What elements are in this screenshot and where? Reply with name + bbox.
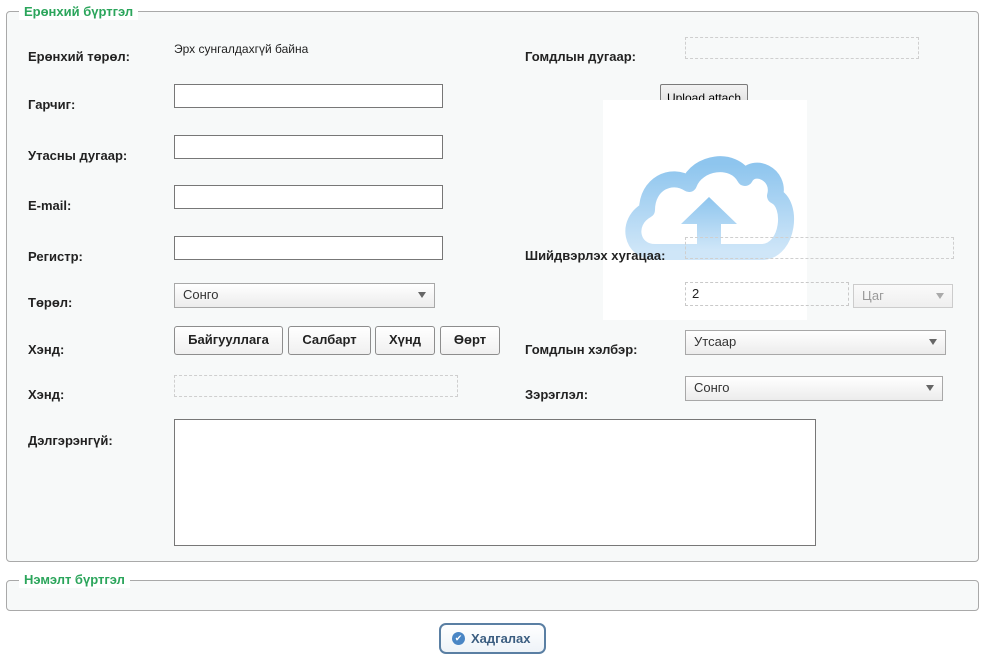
additional-section: [6, 580, 979, 611]
title-label: Гарчиг:: [28, 97, 76, 112]
recipient-detail-field[interactable]: [174, 375, 458, 397]
complaint-number-label: Гомдлын дугаар:: [525, 49, 636, 64]
email-input[interactable]: [174, 185, 443, 209]
type-select[interactable]: Сонго: [174, 283, 435, 308]
chevron-down-icon: [418, 292, 426, 298]
resolution-time-field: [685, 237, 954, 259]
chevron-down-icon: [926, 385, 934, 391]
phone-label: Утасны дугаар:: [28, 148, 128, 163]
resolution-time-label: Шийдвэрлэх хугацаа:: [525, 248, 666, 263]
additional-section-legend: Нэмэлт бүртгэл: [19, 572, 130, 588]
resolution-unit-value: Цаг: [862, 288, 884, 303]
general-type-label: Ерөнхий төрөл:: [28, 49, 131, 64]
register-label: Регистр:: [28, 249, 83, 264]
check-circle-icon: ✔: [452, 632, 465, 645]
general-type-value: Эрх сунгалдахгүй байна: [174, 42, 309, 56]
resolution-amount-input[interactable]: 2: [685, 282, 849, 306]
type-select-value: Сонго: [183, 287, 219, 302]
general-section-legend: Ерөнхий бүртгэл: [19, 4, 139, 20]
resolution-amount-value: 2: [692, 286, 700, 301]
type-label: Төрөл:: [28, 295, 73, 310]
recipient-person-button[interactable]: Хүнд: [375, 326, 435, 355]
details-label: Дэлгэрэнгүй:: [28, 433, 113, 448]
details-textarea[interactable]: [174, 419, 816, 546]
chevron-down-icon: [929, 339, 937, 345]
resolution-unit-select[interactable]: Цаг: [853, 284, 953, 308]
priority-select[interactable]: Сонго: [685, 376, 943, 401]
complaint-form-select[interactable]: Утсаар: [685, 330, 946, 355]
email-label: E-mail:: [28, 198, 72, 213]
save-button-label: Хадгалах: [471, 631, 531, 646]
complaint-form-value: Утсаар: [694, 334, 737, 349]
priority-value: Сонго: [694, 380, 730, 395]
complaint-number-field: [685, 37, 919, 59]
recipient-branch-button[interactable]: Салбарт: [288, 326, 371, 355]
recipient-detail-label: Хэнд:: [28, 387, 65, 402]
recipient-self-button[interactable]: Өөрт: [440, 326, 500, 355]
complaint-form-label: Гомдлын хэлбэр:: [525, 342, 638, 357]
priority-label: Зэрэглэл:: [525, 387, 589, 402]
recipient-label: Хэнд:: [28, 342, 65, 357]
save-button[interactable]: ✔ Хадгалах: [439, 623, 546, 654]
phone-input[interactable]: [174, 135, 443, 159]
register-input[interactable]: [174, 236, 443, 260]
title-input[interactable]: [174, 84, 443, 108]
chevron-down-icon: [936, 293, 944, 299]
recipient-organization-button[interactable]: Байгууллага: [174, 326, 283, 355]
